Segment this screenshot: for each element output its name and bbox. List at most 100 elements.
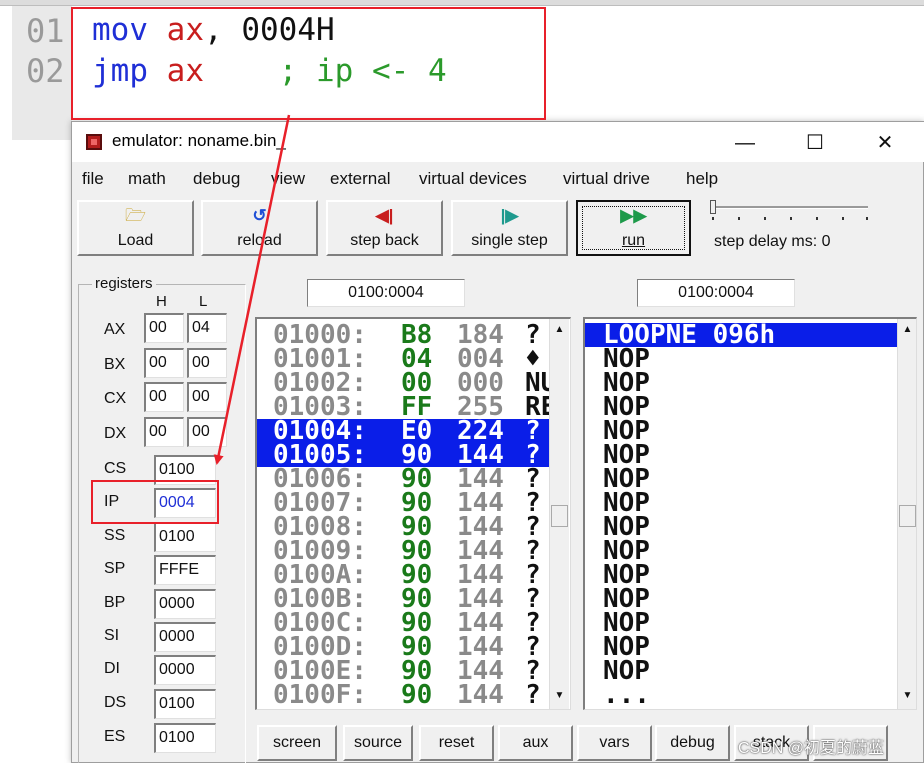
menu-help[interactable]: help: [686, 169, 718, 189]
register-label-di: DI: [104, 660, 120, 677]
menu-math[interactable]: math: [128, 169, 166, 189]
chip-icon: [86, 134, 102, 150]
memory-char: ?: [525, 680, 541, 710]
slider-tick: [842, 217, 844, 220]
register-label-si: SI: [104, 627, 120, 644]
step-delay-slider-thumb[interactable]: [710, 200, 716, 214]
step-delay-label: step delay ms: 0: [714, 233, 831, 250]
slider-tick: [790, 217, 792, 220]
load-label: Load: [117, 232, 154, 249]
run-label: run: [621, 232, 646, 249]
register-ax-high[interactable]: 00: [144, 313, 184, 343]
reload-label: reload: [237, 232, 282, 249]
step-delay-slider[interactable]: [712, 206, 868, 209]
memory-hex: 90: [401, 680, 433, 710]
scroll-thumb[interactable]: [899, 505, 916, 527]
close-button[interactable]: ✕: [862, 128, 908, 158]
low-byte-header: L: [199, 293, 208, 310]
register-cx-low[interactable]: 00: [187, 382, 227, 412]
register-ax-low[interactable]: 04: [187, 313, 227, 343]
source-button[interactable]: source: [343, 725, 413, 761]
register-label-sp: SP: [104, 560, 126, 577]
register-ds-value[interactable]: 0100: [154, 689, 216, 719]
single-step-button[interactable]: |▶ single step: [451, 200, 568, 256]
reload-icon: ↺: [252, 206, 267, 225]
vars-button[interactable]: vars: [577, 725, 652, 761]
register-label-ss: SS: [104, 527, 126, 544]
register-ss-value[interactable]: 0100: [154, 522, 216, 552]
memory-address-input[interactable]: 0100:0004: [307, 279, 465, 307]
memory-list[interactable]: 01000: B8 184? 01001: 04 004 ♦ 01002: 00 000 NU 010…: [255, 317, 571, 710]
high-byte-header: H: [156, 293, 167, 310]
memory-decimal: 144: [457, 680, 504, 710]
step-back-button[interactable]: ◀| step back: [326, 200, 443, 256]
register-cx-high[interactable]: 00: [144, 382, 184, 412]
scroll-up-arrow-icon[interactable]: ▲: [898, 321, 916, 339]
register-label-es: ES: [104, 728, 126, 745]
disassembly-scrollbar[interactable]: ▲ ▼: [897, 319, 916, 709]
slider-tick: [712, 217, 714, 220]
memory-address: 0100F:: [273, 680, 367, 710]
scroll-thumb[interactable]: [551, 505, 568, 527]
register-di-value[interactable]: 0000: [154, 655, 216, 685]
menu-view[interactable]: view: [271, 169, 305, 189]
maximize-button[interactable]: ☐: [792, 128, 838, 158]
emulator-window: emulator: noname.bin_ — ☐ ✕ file math de…: [71, 121, 924, 763]
scroll-down-arrow-icon[interactable]: ▼: [898, 687, 916, 705]
slider-tick: [764, 217, 766, 220]
register-es-value[interactable]: 0100: [154, 723, 216, 753]
line-number: 01: [26, 12, 65, 50]
code-highlight-box: [71, 7, 546, 120]
register-bx-low[interactable]: 00: [187, 348, 227, 378]
menu-file[interactable]: file: [82, 169, 104, 189]
register-dx-high[interactable]: 00: [144, 417, 184, 447]
ip-highlight-box: [91, 480, 219, 524]
registers-title: registers: [92, 275, 156, 292]
scroll-up-arrow-icon[interactable]: ▲: [550, 321, 569, 339]
reload-button[interactable]: ↺ reload: [201, 200, 318, 256]
debug-button[interactable]: debug: [655, 725, 730, 761]
slider-tick: [738, 217, 740, 220]
menu-external[interactable]: external: [330, 169, 390, 189]
register-label-ax: AX: [104, 321, 126, 338]
step-back-label: step back: [350, 232, 419, 249]
watermark: CSDN @初夏的蔚蓝: [738, 740, 885, 757]
register-si-value[interactable]: 0000: [154, 622, 216, 652]
load-button[interactable]: 🗁 Load: [77, 200, 194, 256]
window-title: emulator: noname.bin_: [112, 131, 286, 150]
slider-tick: [866, 217, 868, 220]
folder-open-icon: 🗁: [124, 206, 147, 225]
register-sp-value[interactable]: FFFE: [154, 555, 216, 585]
menu-bar: file math debug view external virtual de…: [72, 166, 924, 192]
run-icon: ▶▶: [620, 206, 647, 225]
menu-virtual-drive[interactable]: virtual drive: [563, 169, 650, 189]
screen-button[interactable]: screen: [257, 725, 337, 761]
disassembly-address-input[interactable]: 0100:0004: [637, 279, 795, 307]
reset-button[interactable]: reset: [419, 725, 494, 761]
register-bx-high[interactable]: 00: [144, 348, 184, 378]
slider-tick: [816, 217, 818, 220]
register-dx-low[interactable]: 00: [187, 417, 227, 447]
menu-virtual-devices[interactable]: virtual devices: [419, 169, 527, 189]
title-bar[interactable]: emulator: noname.bin_ — ☐ ✕: [72, 122, 924, 162]
memory-scrollbar[interactable]: ▲ ▼: [549, 319, 569, 709]
step-back-icon: ◀|: [375, 206, 394, 225]
run-button[interactable]: ▶▶ run: [576, 200, 691, 256]
menu-debug[interactable]: debug: [193, 169, 240, 189]
single-step-icon: |▶: [500, 206, 519, 225]
memory-row[interactable]: 0100F: 90 144?: [257, 680, 549, 710]
register-bp-value[interactable]: 0000: [154, 589, 216, 619]
aux-button[interactable]: aux: [498, 725, 573, 761]
register-label-cs: CS: [104, 460, 127, 477]
minimize-button[interactable]: —: [722, 128, 768, 158]
disassembly-row[interactable]: ...: [585, 682, 899, 708]
editor-top-border: [0, 0, 924, 6]
disassembly-list[interactable]: LOOPNE 096h NOP NOP NOP NOP NOP NOP NOP NOP NOP NO…: [583, 317, 917, 710]
register-label-bp: BP: [104, 594, 126, 611]
register-label-dx: DX: [104, 425, 127, 442]
register-label-ds: DS: [104, 694, 127, 711]
scroll-down-arrow-icon[interactable]: ▼: [550, 687, 569, 705]
line-number: 02: [26, 52, 65, 90]
register-label-bx: BX: [104, 356, 126, 373]
register-label-cx: CX: [104, 390, 127, 407]
